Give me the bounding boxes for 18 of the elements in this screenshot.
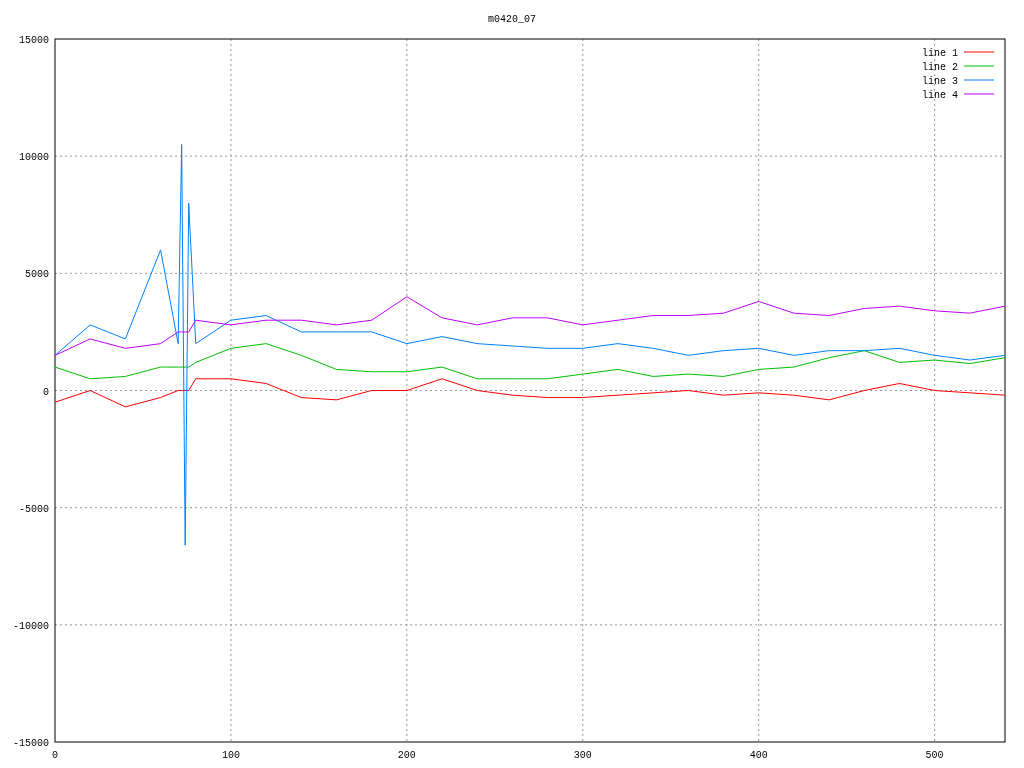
x-tick-label: 500: [925, 750, 944, 761]
y-tick-label: 0: [43, 386, 49, 398]
y-tick-label: 10000: [19, 152, 49, 164]
y-tick-label: 5000: [25, 269, 49, 281]
chart-title: m0420_07: [488, 14, 536, 25]
y-tick-label: -5000: [19, 503, 49, 515]
legend-label: line 3: [922, 76, 958, 87]
x-tick-label: 200: [397, 750, 416, 761]
y-tick-label: -15000: [13, 738, 49, 749]
y-tick-label: -10000: [13, 620, 49, 632]
x-tick-label: 400: [749, 750, 768, 761]
legend-label: line 4: [922, 90, 958, 101]
legend-label: line 1: [922, 48, 958, 59]
y-tick-label: 15000: [19, 35, 49, 46]
legend-label: line 2: [922, 62, 958, 73]
x-tick-label: 300: [573, 750, 592, 761]
x-tick-label: 100: [221, 750, 240, 761]
x-tick-label: 0: [52, 750, 58, 761]
